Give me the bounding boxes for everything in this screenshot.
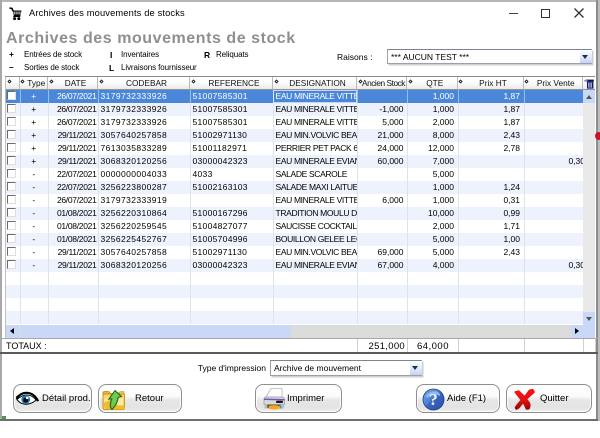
svg-text:?: ? (429, 390, 438, 409)
